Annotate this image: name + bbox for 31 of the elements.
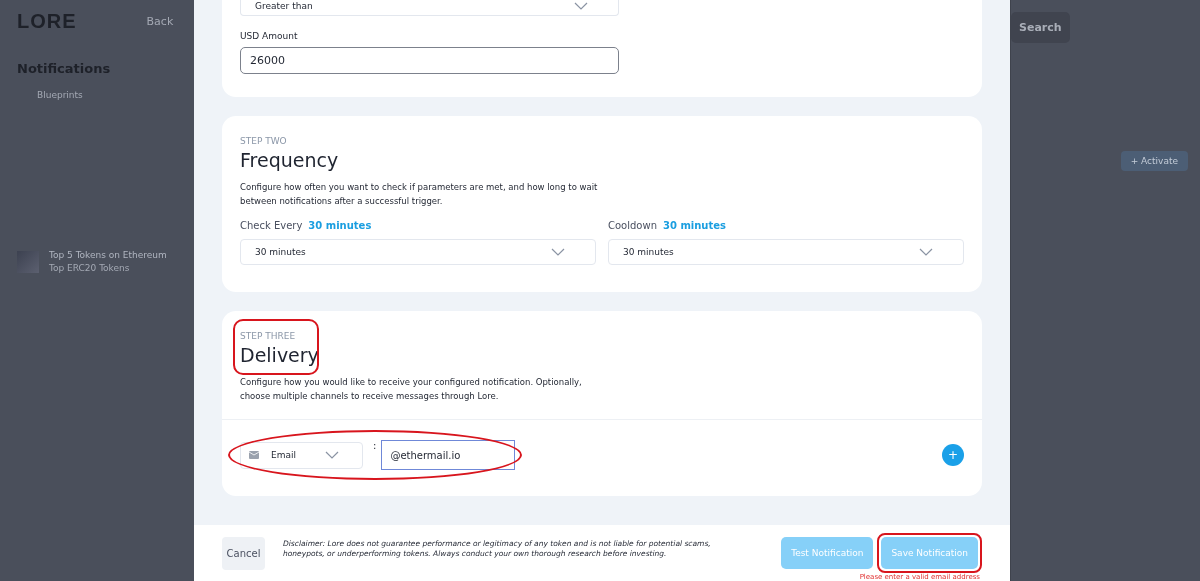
field-label: Check Every (240, 220, 303, 231)
chevron-icon (919, 248, 933, 256)
tab[interactable]: Blueprints (37, 90, 83, 100)
interval-select[interactable]: 30 minutes (608, 239, 964, 265)
section-title: Frequency (240, 149, 340, 171)
step-label: STEP THREE (240, 331, 297, 341)
chart-icon (17, 250, 39, 273)
blueprint-title: Top 5 Tokens on Ethereum (49, 250, 167, 260)
section-description: Configure how you would like to receive your configured notification. Optionally, choose multiple channels to receive messages through Lore. (240, 376, 583, 403)
step-label: STEP TWO (240, 136, 288, 146)
operator-select[interactable]: Greater than (240, 0, 619, 16)
back-link[interactable]: Back (146, 15, 174, 28)
chevron-icon (325, 451, 339, 459)
interval-select[interactable]: 30 minutes (240, 239, 596, 265)
address-input[interactable]: @ethermail.io (381, 440, 516, 470)
activate-button[interactable]: + Activate (1120, 151, 1188, 171)
separator: : (373, 440, 377, 451)
chevron-icon (574, 1, 588, 10)
amount-input[interactable]: 26000 (240, 47, 619, 74)
cancel-button[interactable]: Cancel (222, 537, 265, 570)
channel-select[interactable]: Email (240, 441, 363, 469)
field-label: USD Amount (240, 31, 299, 41)
field-label: Cooldown (608, 220, 657, 231)
search-button[interactable]: Search (1011, 12, 1070, 43)
section-description: Configure how often you want to check if parameters are met, and how long to wait between notifications after a successful trigger. (240, 181, 599, 208)
current-value: 30 minutes (308, 220, 372, 231)
current-value: 30 minutes (663, 220, 726, 231)
chevron-icon (551, 248, 565, 256)
envelope-icon (249, 451, 259, 459)
blueprint-subtitle: Top ERC20 Tokens (49, 263, 131, 273)
section-title: Delivery (240, 344, 319, 366)
